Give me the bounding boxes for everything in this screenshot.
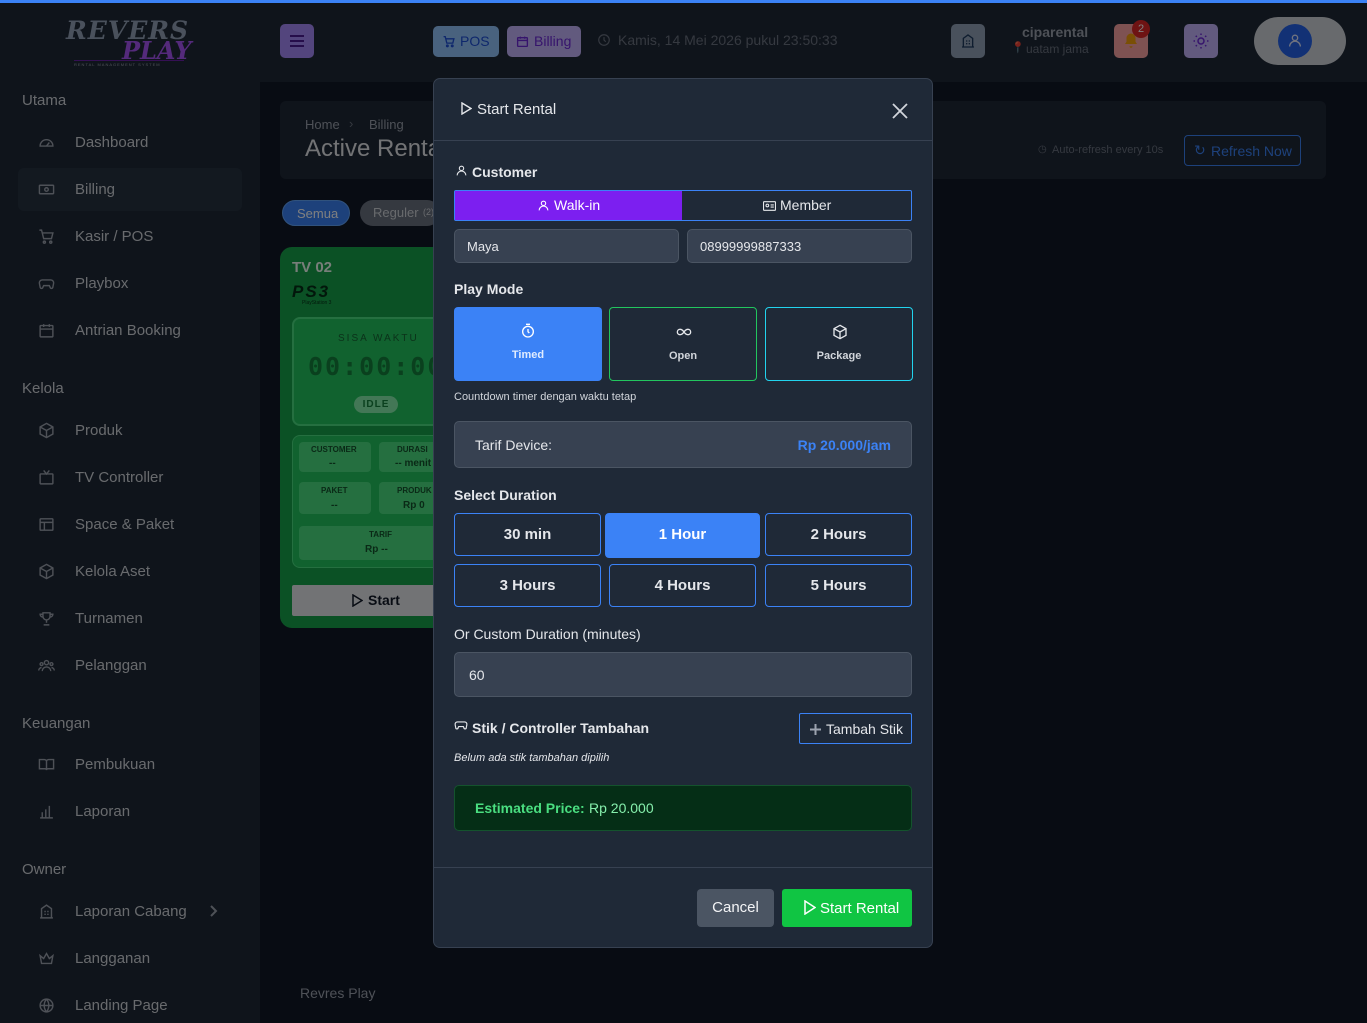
timer-icon [522,323,534,338]
start-rental-label: Start Rental [820,900,900,917]
package-icon [833,324,847,340]
duration-2hours[interactable]: 2 Hours [765,513,912,556]
custom-duration-input[interactable] [454,652,912,697]
duration-4hours[interactable]: 4 Hours [609,564,756,607]
cancel-button[interactable]: Cancel [697,889,774,927]
tarif-box: Tarif Device: Rp 20.000/jam [454,421,912,468]
duration-30min[interactable]: 30 min [454,513,601,556]
play-icon [804,900,816,915]
modal-header: Start Rental [434,79,932,141]
tambah-stik-label: Tambah Stik [826,721,904,737]
duration-1hour[interactable]: 1 Hour [605,513,760,558]
tab-walk-in-label: Walk-in [554,197,601,213]
duration-3hours[interactable]: 3 Hours [454,564,601,607]
plus-icon [810,724,821,735]
start-rental-modal: Start Rental Customer Walk-in Member Pla… [433,78,933,948]
stik-empty-text: Belum ada stik tambahan dipilih [454,752,610,764]
custom-duration-label: Or Custom Duration (minutes) [454,626,641,642]
play-icon [461,102,472,115]
infinity-icon [676,328,692,336]
mode-open[interactable]: Open [609,307,757,381]
close-icon[interactable] [891,102,909,120]
modal-title: Start Rental [477,101,557,118]
start-rental-button[interactable]: Start Rental [782,889,912,927]
tambah-stik-button[interactable]: Tambah Stik [799,713,912,744]
mode-package-label: Package [816,350,862,362]
mode-open-label: Open [668,350,698,362]
tab-member[interactable]: Member [682,191,911,220]
customer-label: Customer [472,164,538,180]
duration-5hours[interactable]: 5 Hours [765,564,912,607]
mode-package[interactable]: Package [765,307,913,381]
customer-phone-input[interactable] [687,229,912,263]
tab-member-label: Member [780,197,832,213]
stik-label: Stik / Controller Tambahan [472,720,650,736]
estimated-price-box: Estimated Price: Rp 20.000 [454,785,912,831]
modal-footer: Cancel Start Rental [434,867,932,948]
tab-walk-in[interactable]: Walk-in [455,191,682,220]
mode-timed-label: Timed [511,349,545,361]
customer-name-input[interactable] [454,229,679,263]
mode-hint: Countdown timer dengan waktu tetap [454,391,637,403]
estimated-value: Rp 20.000 [589,800,654,816]
tarif-label: Tarif Device: [475,437,553,453]
mode-timed[interactable]: Timed [454,307,602,381]
play-mode-label: Play Mode [454,281,524,297]
top-accent-line [0,0,1367,3]
customer-type-tabs: Walk-in Member [454,190,912,221]
tarif-value: Rp 20.000/jam [797,437,891,453]
gamepad-icon [454,721,468,730]
id-card-icon [763,201,776,211]
select-duration-label: Select Duration [454,487,557,503]
user-icon [538,200,549,211]
user-icon [456,165,467,176]
estimated-label: Estimated Price: [475,800,585,816]
